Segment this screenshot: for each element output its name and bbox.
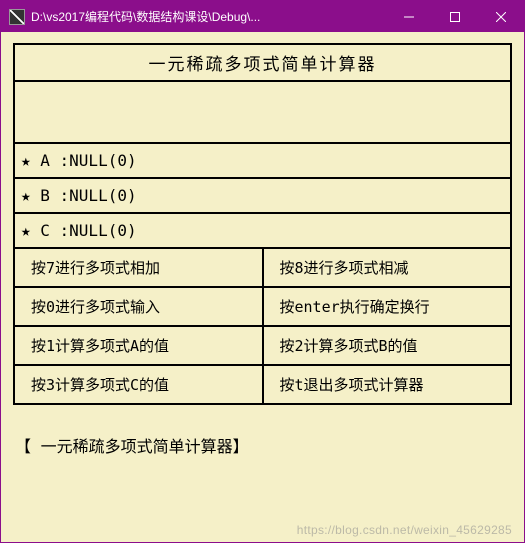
cmd-row: 按1计算多项式A的值 按2计算多项式B的值 <box>15 327 510 366</box>
cmd-input: 按0进行多项式输入 <box>15 288 264 325</box>
cmd-sub: 按8进行多项式相减 <box>264 249 511 286</box>
poly-a: ★ A :NULL(0) <box>15 144 510 179</box>
close-button[interactable] <box>478 1 524 32</box>
poly-c: ★ C :NULL(0) <box>15 214 510 249</box>
cmd-enter: 按enter执行确定换行 <box>264 288 511 325</box>
cmd-row: 按3计算多项式C的值 按t退出多项式计算器 <box>15 366 510 403</box>
spacer <box>15 82 510 144</box>
window-title: D:\vs2017编程代码\数据结构课设\Debug\... <box>31 8 386 25</box>
titlebar[interactable]: D:\vs2017编程代码\数据结构课设\Debug\... <box>1 1 524 32</box>
app-window: D:\vs2017编程代码\数据结构课设\Debug\... 一元稀疏多项式简单… <box>0 0 525 543</box>
minimize-button[interactable] <box>386 1 432 32</box>
cmd-add: 按7进行多项式相加 <box>15 249 264 286</box>
cmd-calc-b: 按2计算多项式B的值 <box>264 327 511 364</box>
command-grid: 按7进行多项式相加 按8进行多项式相减 按0进行多项式输入 按enter执行确定… <box>15 249 510 403</box>
watermark: https://blog.csdn.net/weixin_45629285 <box>297 523 512 537</box>
console-area[interactable]: 一元稀疏多项式简单计算器 ★ A :NULL(0) ★ B :NULL(0) ★… <box>1 32 524 542</box>
cmd-exit: 按t退出多项式计算器 <box>264 366 511 403</box>
footer-text: 【 一元稀疏多项式简单计算器】 <box>13 433 512 457</box>
window-controls <box>386 1 524 32</box>
maximize-button[interactable] <box>432 1 478 32</box>
app-title: 一元稀疏多项式简单计算器 <box>15 45 510 82</box>
poly-b: ★ B :NULL(0) <box>15 179 510 214</box>
cmd-row: 按0进行多项式输入 按enter执行确定换行 <box>15 288 510 327</box>
cmd-calc-a: 按1计算多项式A的值 <box>15 327 264 364</box>
cmd-calc-c: 按3计算多项式C的值 <box>15 366 264 403</box>
cmd-row: 按7进行多项式相加 按8进行多项式相减 <box>15 249 510 288</box>
app-icon <box>9 9 25 25</box>
main-box: 一元稀疏多项式简单计算器 ★ A :NULL(0) ★ B :NULL(0) ★… <box>13 43 512 405</box>
